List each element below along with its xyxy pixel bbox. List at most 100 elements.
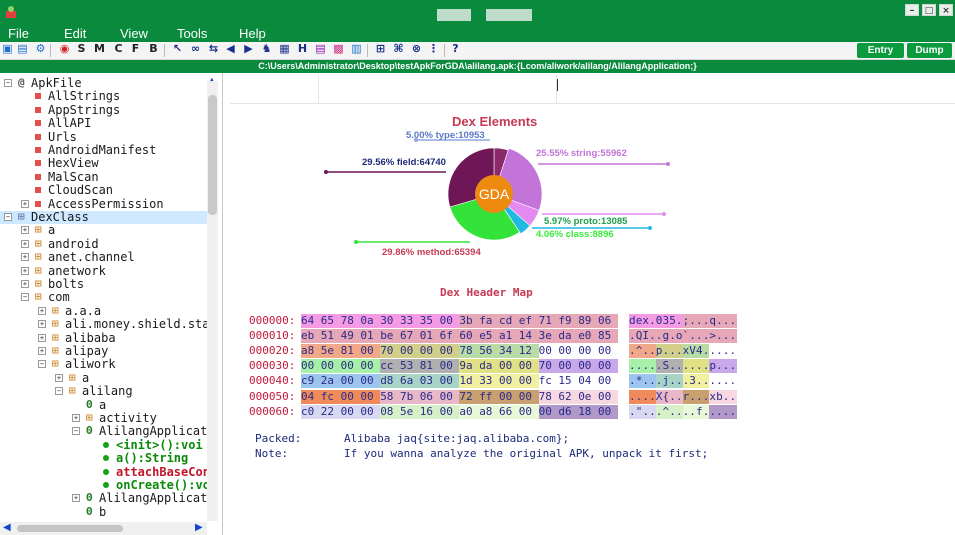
save-icon[interactable]: ▣ — [0, 42, 15, 59]
tree-vertical-scroll-thumb[interactable] — [208, 95, 217, 215]
tree-item[interactable]: + ⊞ alibaba — [0, 331, 207, 345]
menu-help[interactable]: Help — [239, 26, 266, 42]
back-icon[interactable]: ◀ — [223, 42, 238, 59]
tree-item[interactable]: + AccessPermission — [0, 197, 207, 211]
tree-item[interactable]: + ⊞ bolts — [0, 278, 207, 291]
expand-icon[interactable]: + — [72, 414, 80, 422]
tree-horizontal-scroll-thumb[interactable] — [17, 525, 123, 532]
pie-center-label: GDA — [479, 186, 510, 202]
expand-icon[interactable]: + — [38, 320, 46, 329]
collapse-icon[interactable]: − — [4, 79, 12, 87]
menu-file[interactable]: File — [8, 26, 29, 42]
tree-item[interactable]: <init>():voi — [0, 438, 207, 452]
expand-icon[interactable]: + — [21, 253, 29, 262]
link-icon[interactable]: ⊗ — [409, 42, 424, 59]
expand-icon[interactable]: + — [72, 494, 80, 503]
tree-item[interactable]: onCreate():vo — [0, 479, 210, 492]
forward-icon[interactable]: ⇆ — [206, 42, 221, 59]
minimize-button[interactable]: – — [905, 4, 919, 16]
chain-icon[interactable]: ∞ — [188, 42, 203, 59]
tree-panel[interactable]: − @ ApkFile AllStrings AppStrings AllAPI Urls A… — [0, 73, 223, 535]
tree-item[interactable]: + Θ AlilangApplicati — [0, 492, 215, 505]
tree-item[interactable]: a():String — [0, 452, 207, 465]
settings-icon[interactable]: ⚙ — [33, 42, 48, 59]
grid-icon[interactable]: ▩ — [331, 42, 346, 59]
expand-icon[interactable]: + — [21, 239, 29, 248]
dump-button[interactable]: Dump — [907, 43, 952, 58]
command-icon[interactable]: ⌘ — [391, 42, 406, 59]
expand-icon[interactable]: + — [38, 347, 46, 355]
expand-icon[interactable]: + — [21, 226, 29, 235]
forward-icon[interactable]: ▶ — [241, 42, 256, 59]
tree-item[interactable]: + ⊞ alipay — [0, 345, 207, 358]
tree-item[interactable]: + ⊞ ali.money.shield.sta — [0, 318, 210, 331]
grid-icon[interactable]: ⋮ — [426, 42, 441, 59]
tree-item[interactable]: + ⊞ a.a.a — [0, 304, 207, 318]
menu-tools[interactable]: Tools — [177, 26, 207, 42]
expand-icon[interactable]: + — [38, 306, 46, 315]
c-icon[interactable]: C — [111, 42, 126, 59]
tree-item[interactable]: − ⊞ DexClass — [0, 211, 207, 224]
tree-item[interactable]: AppStrings — [0, 103, 207, 117]
tree-item[interactable]: Θb — [0, 505, 207, 519]
entry-button[interactable]: Entry — [857, 43, 904, 58]
b-icon[interactable]: B — [146, 42, 161, 59]
expand-icon[interactable]: + — [21, 266, 29, 275]
tree-item[interactable]: + ⊞ activity — [0, 412, 207, 425]
collapse-icon[interactable]: − — [38, 360, 46, 369]
hex-ascii: .^..p...xV4..... — [629, 344, 735, 358]
expand-icon[interactable]: + — [21, 199, 29, 208]
tree-icon[interactable]: ⊞ — [373, 42, 388, 59]
tree-item[interactable]: − Θ AlilangApplicati — [0, 425, 215, 438]
hex-byte: 70 — [380, 344, 401, 359]
s-icon[interactable]: S — [74, 42, 89, 59]
tree-item[interactable]: − ⊞ aliwork — [0, 358, 207, 371]
h-icon[interactable]: H — [295, 42, 310, 59]
open-icon[interactable]: ▤ — [15, 42, 30, 59]
pie-label-string: 25.55% string:55962 — [536, 148, 627, 159]
menu-view[interactable]: View — [120, 26, 148, 42]
tree-item[interactable]: HexView — [0, 157, 207, 170]
collapse-icon[interactable]: − — [21, 293, 29, 302]
expand-icon[interactable]: + — [38, 333, 46, 342]
tree-item[interactable]: + ⊞ a — [0, 371, 207, 385]
hex-byte: 00 — [360, 389, 381, 404]
tree-item[interactable]: − ⊞ alilang — [0, 385, 207, 398]
packed-label: Packed: — [255, 432, 302, 445]
f-icon[interactable]: F — [128, 42, 143, 59]
m-icon[interactable]: M — [92, 42, 107, 59]
menu-edit[interactable]: Edit — [64, 26, 86, 42]
tree-item[interactable]: AndroidManifest — [0, 144, 207, 157]
scroll-right-icon[interactable]: ▶ — [195, 522, 203, 533]
tree-item[interactable]: AllAPI — [0, 117, 207, 130]
expand-icon[interactable]: + — [55, 373, 63, 382]
maximize-button[interactable]: □ — [922, 4, 936, 16]
hex-byte: 15 — [558, 374, 579, 389]
bookmark-icon[interactable]: ▤ — [313, 42, 328, 59]
android-icon[interactable]: ♞ — [259, 42, 274, 59]
collapse-icon[interactable]: − — [55, 387, 63, 396]
hex-byte: 5e — [400, 404, 420, 419]
tree-item[interactable]: + ⊞ android — [0, 237, 207, 251]
help-icon[interactable]: ? — [448, 42, 463, 59]
export-icon[interactable]: ▥ — [349, 42, 364, 59]
decompile-icon[interactable]: ▦ — [277, 42, 292, 59]
collapse-icon[interactable]: − — [72, 427, 80, 436]
collapse-icon[interactable]: − — [4, 213, 12, 221]
scroll-left-icon[interactable]: ◀ — [3, 522, 11, 533]
tree-item[interactable]: + ⊞ anet.channel — [0, 251, 207, 264]
locate-icon[interactable]: ◉ — [57, 42, 72, 59]
close-button[interactable]: × — [939, 4, 953, 16]
tree-item[interactable]: attachBaseCon — [0, 465, 210, 479]
tree-item[interactable]: Θa — [0, 398, 207, 412]
tree-item[interactable]: Urls — [0, 130, 207, 144]
tree-item[interactable]: + ⊞ a — [0, 224, 207, 237]
cursor-icon[interactable]: ↖ — [170, 42, 185, 59]
tree-item[interactable]: MalScan — [0, 170, 207, 184]
tree-item[interactable]: CloudScan — [0, 184, 207, 197]
tree-item[interactable]: AllStrings — [0, 90, 207, 103]
tree-item[interactable]: − @ ApkFile — [0, 77, 207, 90]
tree-item[interactable]: + ⊞ anetwork — [0, 264, 207, 278]
expand-icon[interactable]: + — [21, 280, 29, 288]
tree-item[interactable]: − ⊞ com — [0, 291, 207, 304]
